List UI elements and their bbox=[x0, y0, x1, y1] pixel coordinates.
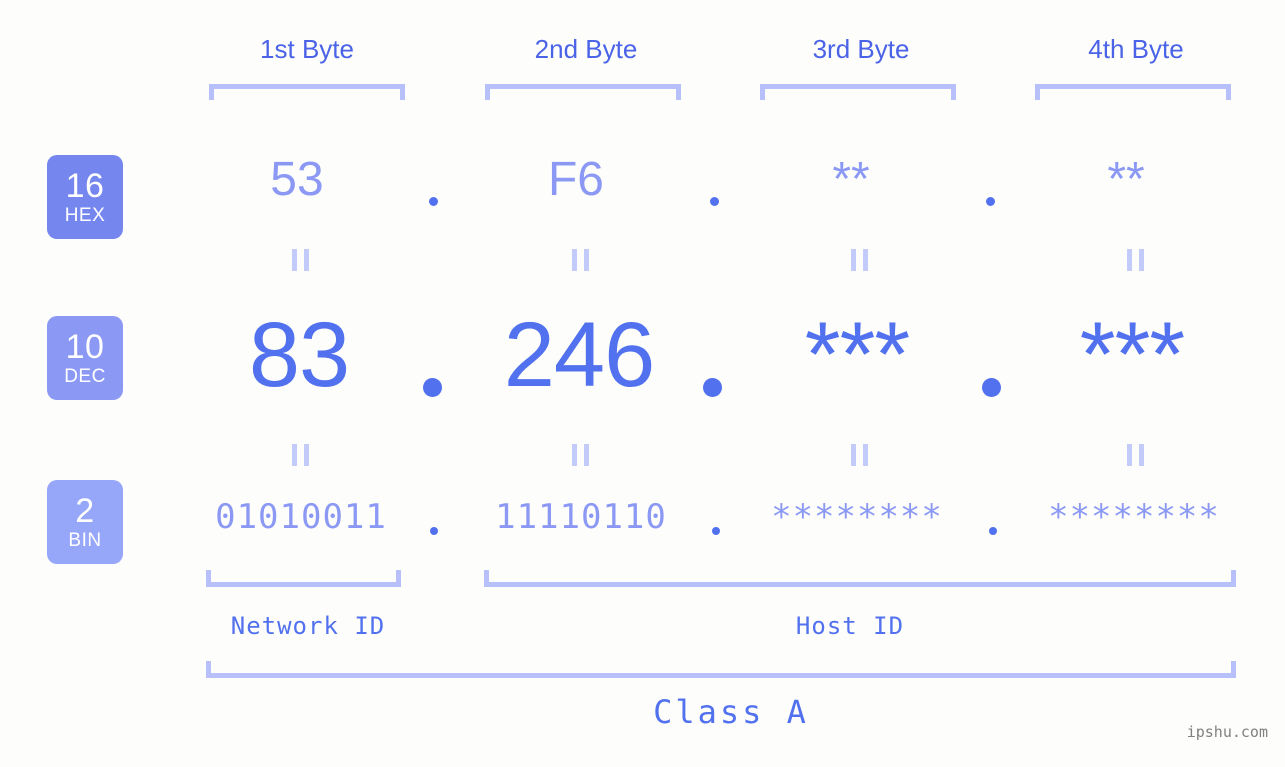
base-badge-dec-number: 10 bbox=[65, 328, 105, 366]
equals-separator-byte-4-dec-bin bbox=[1127, 444, 1144, 466]
equals-separator-byte-1-dec-bin bbox=[292, 444, 309, 466]
top-bracket-2nd-byte bbox=[485, 84, 681, 100]
dec-dot-separator-2 bbox=[703, 378, 722, 397]
top-bracket-1st-byte bbox=[209, 84, 405, 100]
base-badge-dec-label: DEC bbox=[64, 366, 106, 387]
column-header-1st-byte: 1st Byte bbox=[260, 34, 354, 64]
dec-value-byte-3: *** bbox=[804, 304, 910, 406]
network-id-label: Network ID bbox=[230, 612, 386, 640]
dec-value-byte-4: *** bbox=[1079, 304, 1185, 406]
base-badge-bin-number: 2 bbox=[75, 492, 95, 530]
bin-dot-separator-2 bbox=[712, 527, 720, 535]
hex-dot-separator-1 bbox=[429, 197, 438, 206]
column-header-2nd-byte: 2nd Byte bbox=[534, 34, 638, 64]
hex-dot-separator-2 bbox=[710, 197, 719, 206]
base-badge-hex-label: HEX bbox=[64, 205, 106, 226]
hex-value-byte-1: 53 bbox=[270, 153, 324, 206]
equals-separator-byte-3-hex-dec bbox=[851, 249, 868, 271]
class-label: Class A bbox=[653, 693, 809, 731]
base-badge-hex: 16 HEX bbox=[47, 155, 123, 239]
equals-separator-byte-2-dec-bin bbox=[572, 444, 589, 466]
bin-value-byte-3: ******** bbox=[771, 497, 943, 537]
bottom-bracket-class bbox=[206, 661, 1236, 678]
ip-address-breakdown-diagram: 1st Byte 2nd Byte 3rd Byte 4th Byte 16 H… bbox=[0, 0, 1285, 767]
base-badge-bin: 2 BIN bbox=[47, 480, 123, 564]
column-header-3rd-byte: 3rd Byte bbox=[812, 34, 910, 64]
top-bracket-3rd-byte bbox=[760, 84, 956, 100]
bin-value-byte-2: 11110110 bbox=[495, 497, 667, 537]
dec-dot-separator-1 bbox=[423, 378, 442, 397]
column-header-4th-byte: 4th Byte bbox=[1088, 34, 1184, 64]
watermark: ipshu.com bbox=[1186, 723, 1268, 741]
hex-value-byte-4: ** bbox=[1107, 153, 1145, 206]
dec-dot-separator-3 bbox=[982, 378, 1001, 397]
equals-separator-byte-4-hex-dec bbox=[1127, 249, 1144, 271]
dec-value-byte-2: 246 bbox=[503, 304, 656, 406]
hex-dot-separator-3 bbox=[986, 197, 995, 206]
host-id-label: Host ID bbox=[795, 612, 905, 640]
top-bracket-4th-byte bbox=[1035, 84, 1231, 100]
base-badge-hex-number: 16 bbox=[65, 167, 105, 205]
hex-value-byte-2: F6 bbox=[547, 153, 604, 206]
equals-separator-byte-3-dec-bin bbox=[851, 444, 868, 466]
base-badge-dec: 10 DEC bbox=[47, 316, 123, 400]
bin-dot-separator-3 bbox=[989, 527, 997, 535]
bottom-bracket-host-id bbox=[484, 570, 1236, 587]
bin-value-byte-1: 01010011 bbox=[215, 497, 387, 537]
bottom-bracket-network-id bbox=[206, 570, 401, 587]
bin-dot-separator-1 bbox=[430, 527, 438, 535]
base-badge-bin-label: BIN bbox=[68, 530, 102, 551]
bin-value-byte-4: ******** bbox=[1048, 497, 1220, 537]
equals-separator-byte-1-hex-dec bbox=[292, 249, 309, 271]
equals-separator-byte-2-hex-dec bbox=[572, 249, 589, 271]
hex-value-byte-3: ** bbox=[832, 153, 870, 206]
dec-value-byte-1: 83 bbox=[248, 304, 350, 406]
